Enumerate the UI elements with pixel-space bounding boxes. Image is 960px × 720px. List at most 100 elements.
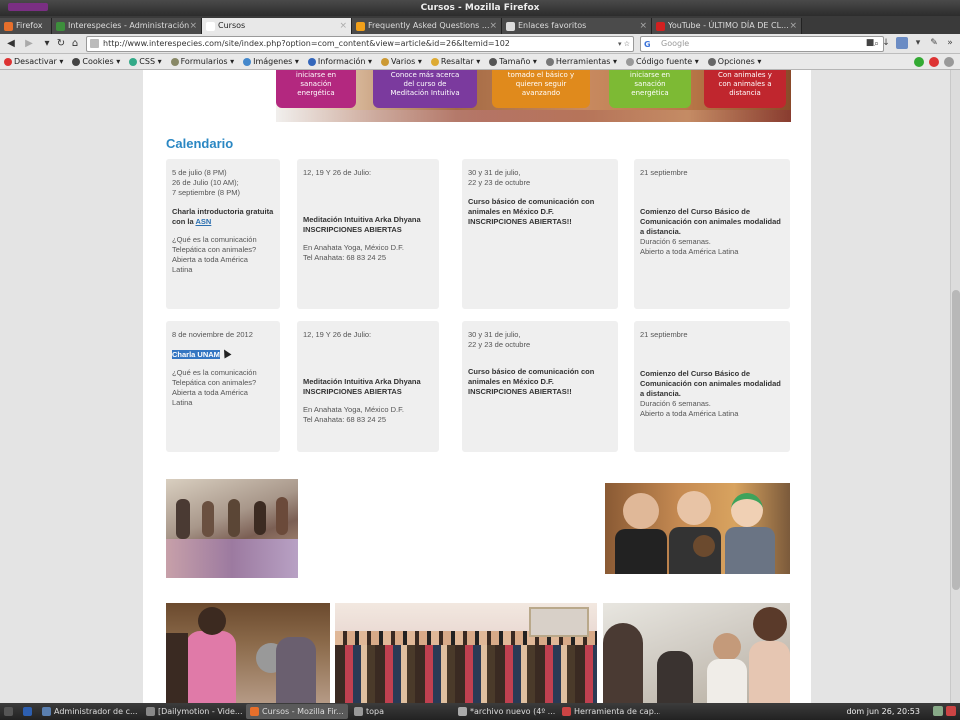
dropdown-history-icon[interactable]: ▾ <box>40 37 54 51</box>
devtool-icon <box>381 57 390 66</box>
course-tile[interactable]: tomado el básico y quieren seguir avanza… <box>492 70 590 108</box>
course-tile[interactable]: Conoce más acerca del curso de Meditació… <box>373 70 477 108</box>
devtool-label: Cookies ▾ <box>82 57 121 66</box>
devtool-label: Resaltar ▾ <box>440 57 481 66</box>
tab-close-icon[interactable]: × <box>789 18 797 34</box>
taskbar-item[interactable]: topa <box>350 704 452 719</box>
tab-favicon-icon <box>356 21 365 31</box>
menu-icon[interactable]: ▾ <box>912 37 924 49</box>
show-desktop-button[interactable] <box>0 704 17 719</box>
taskbar-item[interactable]: *archivo nuevo (4º ... <box>454 704 556 719</box>
course-tile[interactable]: Con animales y con animales a distancia <box>704 70 786 108</box>
event-headline: Charla introductoria gratuita con la ASN <box>172 207 274 227</box>
devtool-menu-8[interactable]: Tamaño ▾ <box>485 57 542 66</box>
workspace-icon <box>23 707 32 716</box>
devtool-label: Formularios ▾ <box>180 57 235 66</box>
event-dates: 21 septiembre <box>640 330 688 339</box>
calendar-card: 30 y 31 de julio, 22 y 23 de octubre Cur… <box>462 159 618 309</box>
url-dropdown-icon[interactable]: ▾ ☆ <box>618 37 630 51</box>
network-icon[interactable] <box>933 706 943 716</box>
addon-icon[interactable] <box>896 37 908 49</box>
devtool-icon <box>243 57 252 66</box>
vertical-scrollbar[interactable] <box>950 70 960 703</box>
taskbar-item[interactable]: Herramienta de cap... <box>558 704 660 719</box>
bookmark-icon[interactable]: ■ <box>864 37 876 49</box>
devtool-label: Información ▾ <box>317 57 373 66</box>
download-icon[interactable]: ↓ <box>880 37 892 49</box>
tab-4[interactable]: Enlaces favoritos × <box>502 18 652 34</box>
devtool-menu-10[interactable]: Código fuente ▾ <box>622 57 704 66</box>
tab-0[interactable]: Firefox <box>0 18 52 34</box>
power-icon[interactable] <box>946 706 956 716</box>
check-icon[interactable] <box>914 57 924 67</box>
devtool-menu-5[interactable]: Información ▾ <box>304 57 377 66</box>
site-identity-icon[interactable] <box>90 39 99 48</box>
devtool-menu-1[interactable]: Cookies ▾ <box>68 57 125 66</box>
devtool-menu-0[interactable]: Desactivar ▾ <box>0 57 68 66</box>
app-icon <box>146 707 155 716</box>
home-icon[interactable]: ⌂ <box>68 37 82 51</box>
course-tile[interactable]: iniciarse en sanación energética <box>276 70 356 108</box>
event-dates: 30 y 31 de julio, 22 y 23 de octubre <box>468 330 531 349</box>
taskbar-item-label: [Dailymotion - Vide... <box>158 707 243 716</box>
reload-icon[interactable]: ↻ <box>54 37 68 51</box>
nav-toolbar-icons: ■ ↓ ▾ ✎ » <box>864 37 956 49</box>
devtool-menu-9[interactable]: Herramientas ▾ <box>542 57 622 66</box>
app-icon <box>354 707 363 716</box>
event-dates: 12, 19 Y 26 de Julio: <box>303 168 372 177</box>
calendar-card: 21 septiembre Comienzo del Curso Básico … <box>634 321 790 452</box>
calendar-card: 8 de noviembre de 2012 Charla UNAM ¿Qué … <box>166 321 280 452</box>
error-icon[interactable] <box>929 57 939 67</box>
url-bar[interactable]: http://www.interespecies.com/site/index.… <box>86 36 634 52</box>
tab-bar: Firefox Interespecies - Administración × Cu… <box>0 16 960 34</box>
workspace-button[interactable] <box>19 704 36 719</box>
page-content: iniciarse en sanación energética Conoce m… <box>143 70 811 703</box>
app-icon <box>42 707 51 716</box>
tab-close-icon[interactable]: × <box>489 18 497 34</box>
close-devbar-icon[interactable] <box>944 57 954 67</box>
asn-link[interactable]: ASN <box>195 217 211 226</box>
selected-text[interactable]: Charla UNAM <box>172 350 220 359</box>
window-menu-button[interactable] <box>8 3 48 11</box>
taskbar-item-label: topa <box>366 707 385 716</box>
course-banner: iniciarse en sanación energética Conoce m… <box>276 70 791 122</box>
taskbar-item[interactable]: [Dailymotion - Vide... <box>142 704 244 719</box>
devtool-label: Código fuente ▾ <box>635 57 699 66</box>
system-tray <box>933 706 956 716</box>
clock[interactable]: dom jun 26, 20:53 <box>846 703 920 720</box>
event-dates: 21 septiembre <box>640 168 688 177</box>
event-headline: Comienzo del Curso Básico de Comunicació… <box>640 207 781 236</box>
overflow-icon[interactable]: » <box>944 37 956 49</box>
event-description: Duración 6 semanas. Abierto a toda Améri… <box>640 237 739 256</box>
devtool-icon <box>307 57 316 66</box>
taskbar-item[interactable]: Cursos - Mozilla Fir... <box>246 704 348 719</box>
scrollbar-thumb[interactable] <box>952 290 960 590</box>
tab-close-icon[interactable]: × <box>639 18 647 34</box>
event-description: ¿Qué es la comunicación Telepática con a… <box>172 235 257 274</box>
tab-close-icon[interactable]: × <box>339 18 347 34</box>
devtool-menu-4[interactable]: Imágenes ▾ <box>239 57 304 66</box>
tab-2[interactable]: Cursos × <box>202 18 352 34</box>
devtool-menu-6[interactable]: Varios ▾ <box>377 57 427 66</box>
calendar-card: 5 de julio (8 PM) 26 de Julio (10 AM); 7… <box>166 159 280 309</box>
google-search-engine-icon[interactable]: G <box>644 38 651 52</box>
forward-arrow-icon[interactable]: ▶ <box>22 37 36 51</box>
devtool-menu-3[interactable]: Formularios ▾ <box>167 57 239 66</box>
search-bar[interactable]: G Google ⌕ <box>640 36 884 52</box>
back-arrow-icon[interactable]: ◀ <box>4 37 18 51</box>
devtool-menu-2[interactable]: CSS ▾ <box>125 57 166 66</box>
tab-5[interactable]: YouTube - ÚLTIMO DÍA DE CL... × <box>652 18 802 34</box>
extension-icon[interactable]: ✎ <box>928 37 940 49</box>
devbar-status-icons <box>914 57 954 67</box>
tab-1[interactable]: Interespecies - Administración × <box>52 18 202 34</box>
taskbar-item[interactable]: Administrador de c... <box>38 704 140 719</box>
devtool-icon <box>545 57 554 66</box>
taskbar-item-label: Administrador de c... <box>54 707 138 716</box>
tab-label: YouTube - ÚLTIMO DÍA DE CL... <box>668 21 789 30</box>
devtool-menu-11[interactable]: Opciones ▾ <box>704 57 767 66</box>
course-tile[interactable]: iniciarse en sanación energética <box>609 70 691 108</box>
tab-label: Firefox <box>16 21 43 30</box>
tab-3[interactable]: Frequently Asked Questions ... × <box>352 18 502 34</box>
tab-close-icon[interactable]: × <box>189 18 197 34</box>
devtool-menu-7[interactable]: Resaltar ▾ <box>427 57 485 66</box>
